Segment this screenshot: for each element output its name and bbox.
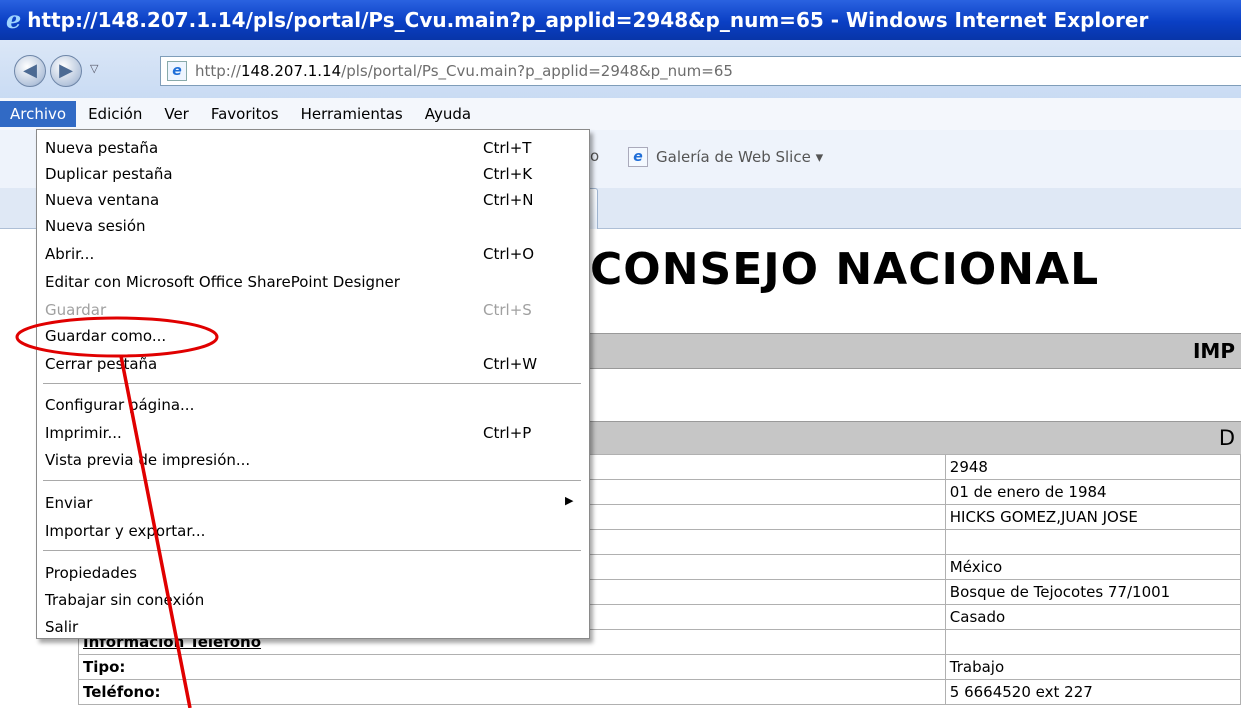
menu-item-salir[interactable]: Salir <box>45 615 581 641</box>
menu-item-label: Importar y exportar... <box>45 522 206 540</box>
menu-item-label: Editar con Microsoft Office SharePoint D… <box>45 273 400 291</box>
menu-item-label: Nueva pestaña <box>45 139 159 157</box>
file-menu-dropdown: Nueva pestaña Ctrl+T Duplicar pestaña Ctrl… <box>36 129 590 639</box>
row-value: Casado <box>944 604 1241 630</box>
menu-item-duplicar-pestana[interactable]: Duplicar pestaña Ctrl+K <box>45 162 581 188</box>
menu-item-label: Duplicar pestaña <box>45 165 173 183</box>
menu-item-label: Enviar <box>45 494 93 512</box>
url-prefix: http:// <box>195 62 241 80</box>
title-bar: ℯ http://148.207.1.14/pls/portal/Ps_Cvu.… <box>0 0 1241 40</box>
url-path: /pls/portal/Ps_Cvu.main?p_applid=2948&p_… <box>341 62 733 80</box>
menu-item-abrir[interactable]: Abrir... Ctrl+O <box>45 242 581 268</box>
back-button[interactable]: ◀ <box>14 55 46 87</box>
menu-ayuda[interactable]: Ayuda <box>415 101 481 127</box>
menu-item-enviar[interactable]: Enviar ▶ <box>45 491 581 517</box>
page-heading: CONSEJO NACIONAL <box>590 244 1100 295</box>
url-host: 148.207.1.14 <box>240 62 342 80</box>
row-value: México <box>944 554 1241 580</box>
menu-item-guardar-como[interactable]: Guardar como... <box>45 324 581 350</box>
menu-item-shortcut: Ctrl+P <box>483 424 532 442</box>
row-value: Bosque de Tejocotes 77/1001 <box>944 579 1241 605</box>
row-label: Teléfono: <box>78 679 946 705</box>
menu-archivo[interactable]: Archivo <box>0 101 77 127</box>
row-value: 5 6664520 ext 227 <box>944 679 1241 705</box>
section-bar-label: D <box>1218 426 1235 450</box>
menu-favoritos[interactable]: Favoritos <box>201 101 289 127</box>
menu-item-propiedades[interactable]: Propiedades <box>45 561 581 587</box>
page-icon: e <box>167 61 187 81</box>
menu-item-shortcut: Ctrl+N <box>483 191 534 209</box>
menu-item-label: Propiedades <box>45 564 137 582</box>
recent-pages-dropdown-icon[interactable]: ▽ <box>90 62 98 75</box>
window-title: http://148.207.1.14/pls/portal/Ps_Cvu.ma… <box>27 8 1149 32</box>
table-row: Teléfono: 5 6664520 ext 227 <box>78 679 1241 705</box>
menu-item-cerrar-pestana[interactable]: Cerrar pestaña Ctrl+W <box>45 352 581 378</box>
address-input[interactable]: e http://148.207.1.14/pls/portal/Ps_Cvu.… <box>160 56 1241 86</box>
forward-button[interactable]: ▶ <box>50 55 82 87</box>
menu-item-shortcut: Ctrl+K <box>483 165 533 183</box>
row-value <box>944 629 1241 655</box>
menu-separator <box>43 480 581 481</box>
row-value: HICKS GOMEZ,JUAN JOSE <box>944 504 1241 530</box>
submenu-arrow-icon: ▶ <box>565 494 574 507</box>
address-bar-area: ◀ ▶ ▽ e http://148.207.1.14/pls/portal/P… <box>0 40 1241 98</box>
menu-item-label: Guardar como... <box>45 327 167 345</box>
menu-separator <box>43 550 581 551</box>
menu-ver[interactable]: Ver <box>154 101 199 127</box>
menu-item-label: Guardar <box>45 301 107 319</box>
ie-logo-icon: ℯ <box>6 6 22 34</box>
menu-herramientas[interactable]: Herramientas <box>291 101 413 127</box>
menu-item-shortcut: Ctrl+O <box>483 245 535 263</box>
menu-edicion[interactable]: Edición <box>78 101 152 127</box>
menu-item-vista-previa[interactable]: Vista previa de impresión... <box>45 448 581 474</box>
menu-item-label: Vista previa de impresión... <box>45 451 251 469</box>
menu-item-label: Imprimir... <box>45 424 122 442</box>
menu-item-nueva-sesion[interactable]: Nueva sesión <box>45 214 581 240</box>
menu-item-label: Salir <box>45 618 79 636</box>
menu-item-guardar: Guardar Ctrl+S <box>45 298 581 324</box>
menu-item-shortcut: Ctrl+T <box>483 139 532 157</box>
web-slice-label: Galería de Web Slice ▾ <box>656 148 824 166</box>
table-row: Tipo: Trabajo <box>78 654 1241 680</box>
row-value: 01 de enero de 1984 <box>944 479 1241 505</box>
menu-separator <box>43 383 581 384</box>
menu-item-label: Trabajar sin conexión <box>45 591 205 609</box>
menu-item-shortcut: Ctrl+S <box>483 301 532 319</box>
row-value: Trabajo <box>944 654 1241 680</box>
menu-item-shortcut: Ctrl+W <box>483 355 538 373</box>
menu-item-nueva-ventana[interactable]: Nueva ventana Ctrl+N <box>45 188 581 214</box>
menu-item-label: Configurar página... <box>45 396 195 414</box>
menu-item-trabajar-sin-conexion[interactable]: Trabajar sin conexión <box>45 588 581 614</box>
section-bar-label: IMP <box>1192 339 1235 363</box>
menu-item-nueva-pestana[interactable]: Nueva pestaña Ctrl+T <box>45 136 581 162</box>
web-slice-icon: e <box>628 147 648 167</box>
menu-item-label: Abrir... <box>45 245 95 263</box>
menu-item-label: Cerrar pestaña <box>45 355 158 373</box>
menu-bar: Archivo Edición Ver Favoritos Herramient… <box>0 98 1241 130</box>
menu-item-editar-sharepoint[interactable]: Editar con Microsoft Office SharePoint D… <box>45 270 581 296</box>
row-label: Tipo: <box>78 654 946 680</box>
menu-item-label: Nueva sesión <box>45 217 146 235</box>
menu-item-label: Nueva ventana <box>45 191 160 209</box>
row-value <box>944 529 1241 555</box>
menu-item-configurar-pagina[interactable]: Configurar página... <box>45 393 581 419</box>
web-slice-gallery[interactable]: e Galería de Web Slice ▾ <box>628 147 823 167</box>
menu-item-imprimir[interactable]: Imprimir... Ctrl+P <box>45 421 581 447</box>
menu-item-importar-exportar[interactable]: Importar y exportar... <box>45 519 581 545</box>
row-value: 2948 <box>944 454 1241 480</box>
